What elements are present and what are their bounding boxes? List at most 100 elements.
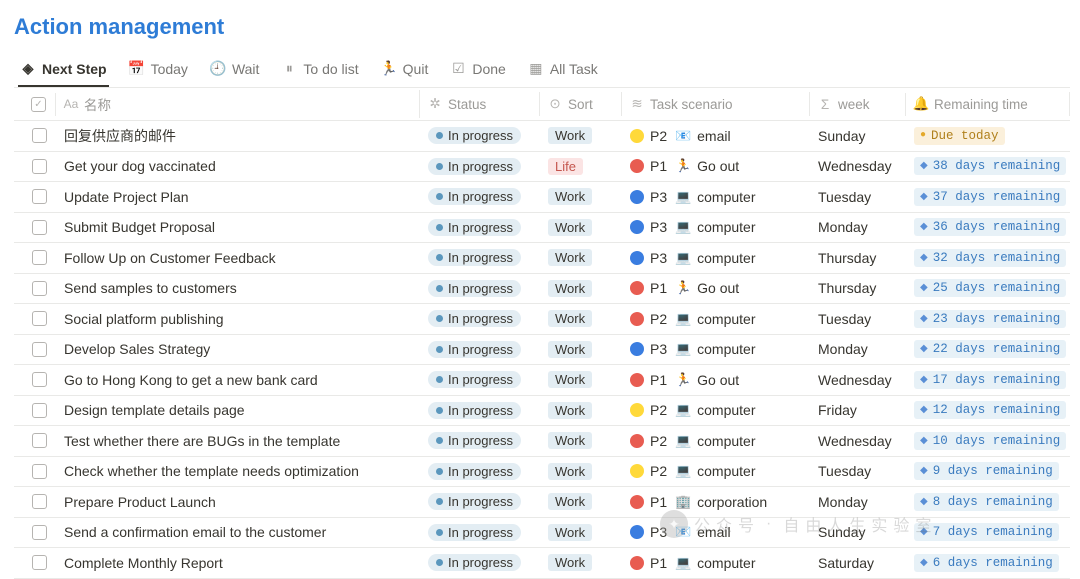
remaining-cell[interactable]: ◆23 days remaining (906, 306, 1070, 332)
tab-done[interactable]: ☑Done (448, 52, 507, 87)
scenario-cell[interactable]: P3 📧email (622, 520, 810, 544)
table-row[interactable]: Social platform publishingIn progressWor… (14, 304, 1070, 335)
scenario-cell[interactable]: P3 💻computer (622, 246, 810, 270)
remaining-cell[interactable]: ◆32 days remaining (906, 245, 1070, 271)
sort-cell[interactable]: Work (540, 489, 622, 514)
checkbox-icon[interactable] (32, 189, 47, 204)
sort-cell[interactable]: Work (540, 550, 622, 575)
status-cell[interactable]: In progress (420, 184, 540, 209)
column-scenario[interactable]: ≋ Task scenario (622, 92, 810, 116)
week-cell[interactable]: Tuesday (810, 185, 906, 209)
week-cell[interactable]: Monday (810, 490, 906, 514)
scenario-cell[interactable]: P1 🏃Go out (622, 154, 810, 178)
column-status[interactable]: ✲ Status (420, 92, 540, 116)
checkbox-icon[interactable] (32, 403, 47, 418)
status-cell[interactable]: In progress (420, 154, 540, 179)
scenario-cell[interactable]: P2 💻computer (622, 459, 810, 483)
sort-cell[interactable]: Work (540, 459, 622, 484)
sort-cell[interactable]: Work (540, 306, 622, 331)
remaining-cell[interactable]: ◆37 days remaining (906, 184, 1070, 210)
column-name[interactable]: Aa 名称 (56, 90, 420, 118)
remaining-cell[interactable]: ◆12 days remaining (906, 397, 1070, 423)
checkbox-icon[interactable] (32, 525, 47, 540)
week-cell[interactable]: Sunday (810, 124, 906, 148)
task-name-cell[interactable]: Send a confirmation email to the custome… (56, 520, 420, 544)
status-cell[interactable]: In progress (420, 306, 540, 331)
status-cell[interactable]: In progress (420, 245, 540, 270)
task-name-cell[interactable]: Send samples to customers (56, 276, 420, 300)
remaining-cell[interactable]: ●Due today (906, 123, 1070, 149)
sort-cell[interactable]: Work (540, 215, 622, 240)
checkbox-icon[interactable] (32, 433, 47, 448)
task-name-cell[interactable]: Social platform publishing (56, 307, 420, 331)
row-checkbox-cell[interactable] (14, 490, 56, 513)
remaining-cell[interactable]: ◆22 days remaining (906, 336, 1070, 362)
week-cell[interactable]: Tuesday (810, 307, 906, 331)
row-checkbox-cell[interactable] (14, 185, 56, 208)
row-checkbox-cell[interactable] (14, 277, 56, 300)
checkbox-icon[interactable] (32, 311, 47, 326)
row-checkbox-cell[interactable] (14, 216, 56, 239)
tab-todo[interactable]: ⏸To do list (279, 52, 360, 87)
remaining-cell[interactable]: ◆17 days remaining (906, 367, 1070, 393)
checkbox-icon[interactable] (32, 159, 47, 174)
status-cell[interactable]: In progress (420, 428, 540, 453)
status-cell[interactable]: In progress (420, 276, 540, 301)
task-name-cell[interactable]: Prepare Product Launch (56, 490, 420, 514)
row-checkbox-cell[interactable] (14, 155, 56, 178)
table-row[interactable]: Send a confirmation email to the custome… (14, 518, 1070, 549)
checkbox-icon[interactable] (32, 494, 47, 509)
week-cell[interactable]: Friday (810, 398, 906, 422)
checkbox-icon[interactable] (32, 250, 47, 265)
task-name-cell[interactable]: Get your dog vaccinated (56, 154, 420, 178)
scenario-cell[interactable]: P1 🏢corporation (622, 490, 810, 514)
checkbox-icon[interactable] (32, 342, 47, 357)
status-cell[interactable]: In progress (420, 337, 540, 362)
sort-cell[interactable]: Work (540, 398, 622, 423)
remaining-cell[interactable]: ◆8 days remaining (906, 489, 1070, 515)
scenario-cell[interactable]: P1 💻computer (622, 551, 810, 575)
tab-wait[interactable]: 🕘Wait (208, 52, 261, 87)
column-sort[interactable]: ⊙ Sort (540, 92, 622, 116)
task-name-cell[interactable]: Develop Sales Strategy (56, 337, 420, 361)
task-name-cell[interactable]: Complete Monthly Report (56, 551, 420, 575)
status-cell[interactable]: In progress (420, 398, 540, 423)
table-row[interactable]: Submit Budget ProposalIn progressWorkP3 … (14, 213, 1070, 244)
column-remaining[interactable]: 🔔 Remaining time (906, 92, 1070, 116)
remaining-cell[interactable]: ◆7 days remaining (906, 519, 1070, 545)
scenario-cell[interactable]: P1 🏃Go out (622, 368, 810, 392)
table-row[interactable]: Complete Monthly ReportIn progressWorkP1… (14, 548, 1070, 579)
checkbox-icon[interactable] (32, 372, 47, 387)
checkbox-icon[interactable] (32, 281, 47, 296)
sort-cell[interactable]: Work (540, 337, 622, 362)
remaining-cell[interactable]: ◆36 days remaining (906, 214, 1070, 240)
row-checkbox-cell[interactable] (14, 124, 56, 147)
week-cell[interactable]: Monday (810, 215, 906, 239)
tab-quit[interactable]: 🏃Quit (379, 52, 431, 87)
sort-cell[interactable]: Work (540, 184, 622, 209)
week-cell[interactable]: Wednesday (810, 368, 906, 392)
task-name-cell[interactable]: Design template details page (56, 398, 420, 422)
scenario-cell[interactable]: P2 💻computer (622, 429, 810, 453)
status-cell[interactable]: In progress (420, 459, 540, 484)
week-cell[interactable]: Saturday (810, 551, 906, 575)
checkbox-icon[interactable] (32, 128, 47, 143)
status-cell[interactable]: In progress (420, 123, 540, 148)
row-checkbox-cell[interactable] (14, 338, 56, 361)
sort-cell[interactable]: Work (540, 276, 622, 301)
week-cell[interactable]: Sunday (810, 520, 906, 544)
scenario-cell[interactable]: P2 📧email (622, 124, 810, 148)
table-row[interactable]: Go to Hong Kong to get a new bank cardIn… (14, 365, 1070, 396)
scenario-cell[interactable]: P3 💻computer (622, 185, 810, 209)
table-row[interactable]: Develop Sales StrategyIn progressWorkP3 … (14, 335, 1070, 366)
status-cell[interactable]: In progress (420, 215, 540, 240)
task-name-cell[interactable]: Update Project Plan (56, 185, 420, 209)
sort-cell[interactable]: Work (540, 123, 622, 148)
remaining-cell[interactable]: ◆9 days remaining (906, 458, 1070, 484)
table-row[interactable]: Send samples to customersIn progressWork… (14, 274, 1070, 305)
table-row[interactable]: Get your dog vaccinatedIn progressLifeP1… (14, 152, 1070, 183)
scenario-cell[interactable]: P2 💻computer (622, 398, 810, 422)
tab-next-step[interactable]: ◈Next Step (18, 52, 109, 87)
week-cell[interactable]: Wednesday (810, 154, 906, 178)
remaining-cell[interactable]: ◆38 days remaining (906, 153, 1070, 179)
